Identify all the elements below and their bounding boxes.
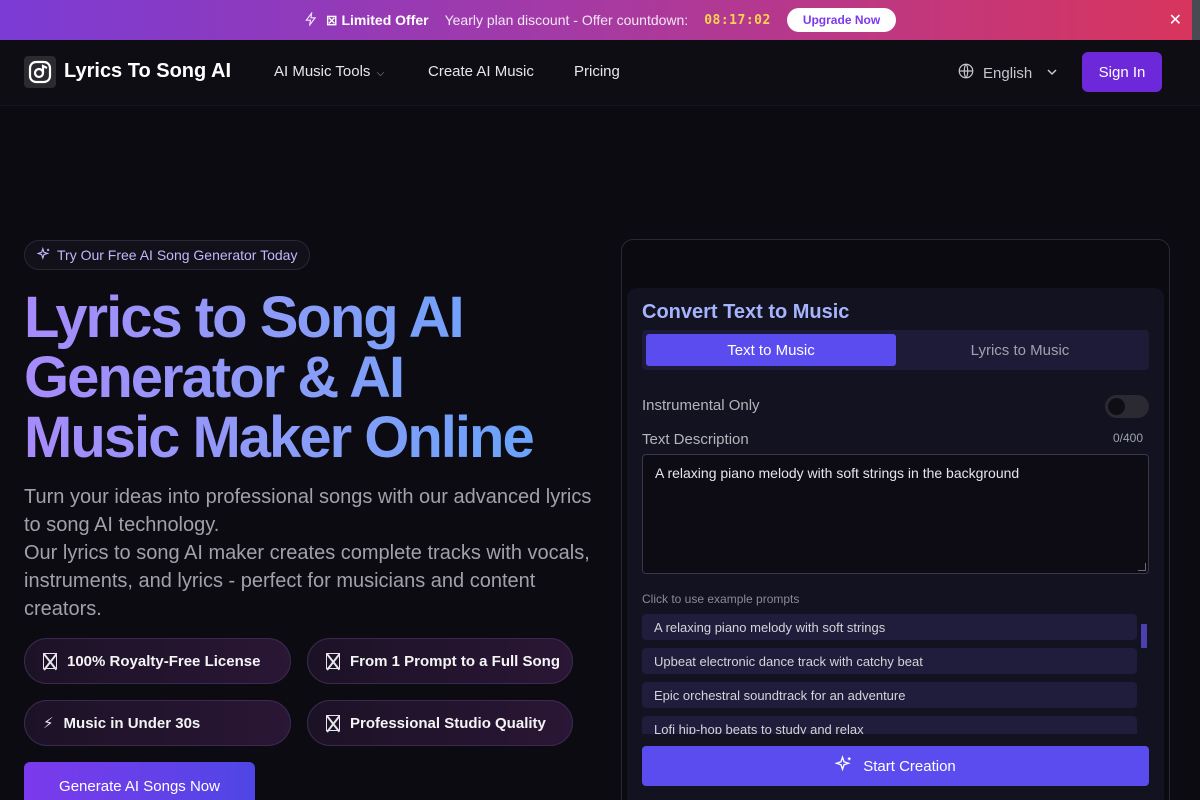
feature-label: 100% Royalty-Free License [67, 652, 261, 670]
language-label: English [983, 64, 1033, 82]
nav-create-ai-music[interactable]: Create AI Music [428, 63, 534, 80]
hero-badge: Try Our Free AI Song Generator Today [24, 240, 311, 270]
feature-prompt-to-song: From 1 Prompt to a Full Song [307, 638, 573, 684]
feature-label: Music in Under 30s [63, 714, 201, 732]
hero-subtitle-p2: Our lyrics to song AI maker creates comp… [24, 542, 590, 620]
headline-line-1: Lyrics to Song AI [24, 285, 463, 350]
mode-tabs: Text to Music Lyrics to Music [642, 330, 1149, 370]
examples-label: Click to use example prompts [642, 592, 800, 606]
offer-description: Yearly plan discount - Offer countdown: [444, 12, 689, 28]
close-icon[interactable]: ✕ [1169, 10, 1182, 30]
song-icon [326, 653, 340, 669]
headline-line-3: Music Maker Online [24, 405, 533, 470]
generator-title: Convert Text to Music [642, 301, 850, 323]
sparkles-icon [36, 246, 51, 264]
brand-name[interactable]: Lyrics To Song AI [64, 60, 231, 83]
example-prompt[interactable]: Upbeat electronic dance track with catch… [642, 648, 1137, 674]
examples-scrollbar[interactable] [1141, 618, 1147, 730]
zap-icon: ⚡ [43, 715, 54, 732]
upgrade-now-button[interactable]: Upgrade Now [786, 8, 897, 32]
language-selector[interactable]: English [957, 62, 1058, 84]
description-textarea[interactable]: A relaxing piano melody with soft string… [642, 454, 1149, 574]
example-prompt[interactable]: Epic orchestral soundtrack for an advent… [642, 682, 1137, 708]
hero-badge-label: Try Our Free AI Song Generator Today [57, 247, 298, 263]
example-prompts-list: A relaxing piano melody with soft string… [642, 614, 1137, 734]
instrumental-label: Instrumental Only [642, 397, 760, 414]
description-label: Text Description [642, 431, 749, 448]
tab-text-to-music[interactable]: Text to Music [646, 334, 896, 366]
resize-handle[interactable] [1138, 563, 1146, 571]
hero-subtitle: Turn your ideas into professional songs … [24, 483, 594, 623]
examples-scroll-thumb[interactable] [1141, 624, 1147, 648]
feature-label: Professional Studio Quality [350, 714, 546, 732]
feature-label: From 1 Prompt to a Full Song [350, 652, 560, 670]
toggle-knob [1108, 398, 1125, 415]
generate-songs-button[interactable]: Generate AI Songs Now [24, 762, 255, 800]
tab-lyrics-to-music[interactable]: Lyrics to Music [895, 334, 1145, 366]
limited-offer-label: ⊠ Limited Offer [325, 11, 429, 28]
chevron-down-icon: ⌵ [376, 68, 385, 79]
countdown-timer: 08:17:02 [704, 12, 771, 28]
description-value: A relaxing piano melody with soft string… [655, 465, 1020, 481]
start-creation-label: Start Creation [863, 757, 956, 775]
logo-icon[interactable] [24, 56, 56, 88]
headline-line-2: Generator & AI [24, 345, 404, 410]
feature-royalty-free: 100% Royalty-Free License [24, 638, 291, 684]
sign-in-button[interactable]: Sign In [1082, 52, 1162, 92]
bolt-icon [304, 10, 318, 29]
sparkles-icon [834, 755, 853, 777]
studio-icon [326, 715, 340, 731]
hero-subtitle-p1: Turn your ideas into professional songs … [24, 486, 592, 536]
promo-banner: ⊠ Limited Offer Yearly plan discount - O… [0, 0, 1200, 40]
nav-ai-music-tools-label: AI Music Tools [274, 63, 371, 80]
nav-pricing[interactable]: Pricing [574, 63, 620, 80]
nav-ai-music-tools[interactable]: AI Music Tools ⌵ [274, 63, 384, 80]
license-icon [43, 653, 57, 669]
char-counter: 0/400 [1113, 431, 1144, 445]
example-prompt[interactable]: Lofi hip-hop beats to study and relax [642, 716, 1137, 734]
example-prompt[interactable]: A relaxing piano melody with soft string… [642, 614, 1137, 640]
start-creation-button[interactable]: Start Creation [642, 746, 1149, 786]
hero-headline: Lyrics to Song AI Generator & AI Music M… [24, 288, 604, 468]
instrumental-toggle[interactable] [1105, 395, 1149, 418]
chevron-down-icon [1046, 65, 1058, 82]
globe-icon [957, 62, 975, 84]
site-header: Lyrics To Song AI AI Music Tools ⌵ Creat… [0, 40, 1200, 106]
feature-under-30s: ⚡ Music in Under 30s [24, 700, 291, 746]
feature-studio-quality: Professional Studio Quality [307, 700, 573, 746]
